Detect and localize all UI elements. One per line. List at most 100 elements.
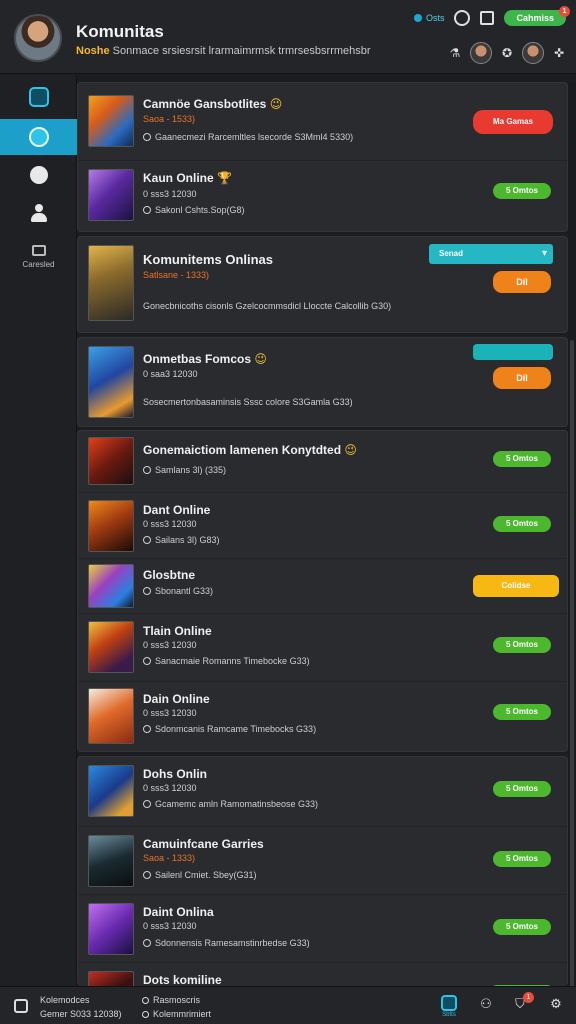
item-desc: Sosecmertonbasaminsis Sssc colore S3Gaml…	[143, 397, 353, 407]
list-item[interactable]: Glosbtne Sbonantl G33) Colidse	[78, 559, 567, 614]
item-action-button[interactable]: Dil	[493, 271, 551, 293]
list-item[interactable]: Daint Onlina 0 sss3 12030 Sdonnensis Ram…	[78, 895, 567, 963]
game-thumbnail	[88, 169, 134, 221]
item-desc: Sbonantl G33)	[143, 586, 213, 596]
game-thumbnail	[88, 500, 134, 552]
window-icon[interactable]	[14, 999, 28, 1013]
sidebar-item-home[interactable]	[0, 79, 77, 115]
puzzle-icon[interactable]: ✜	[552, 46, 566, 60]
list-item[interactable]: Kaun Online 🏆 0 sss3 12030 Sakonl Cshts.…	[78, 161, 567, 231]
people-icon[interactable]: ⚇	[478, 996, 494, 1012]
item-meta: 0 saa3 12030	[143, 369, 198, 379]
item-action-button[interactable]: 5 Omtos	[493, 451, 551, 467]
sidebar-item-community[interactable]	[0, 119, 77, 155]
friend-avatar[interactable]	[522, 42, 544, 64]
page-title: Komunitas	[76, 22, 164, 41]
bottom-nav-label: Sbtts	[442, 1012, 456, 1018]
bottom-subtitle: Gemer S033 12038)	[40, 1009, 122, 1019]
item-action-button[interactable]: Dil	[493, 367, 551, 389]
chat-bubble-icon	[143, 206, 151, 214]
item-desc: Sailenl Cmiet. Sbey(G31)	[143, 870, 257, 880]
list-item[interactable]: Dohs Onlin 0 sss3 12030 Gcamemc amln Ram…	[78, 757, 567, 827]
item-title: Camnöe Gansbotlites 😉	[143, 97, 283, 111]
bottom-link-2[interactable]: Kolemmrimiert	[142, 1009, 211, 1019]
list-item[interactable]: Komunitems Onlinas Satlsane - 1333) Gone…	[78, 237, 567, 332]
settings-icon[interactable]: ⚙	[548, 996, 564, 1012]
sidebar-item-label: Caresled	[22, 260, 55, 269]
item-action-button[interactable]: Ma Gamas	[473, 110, 553, 134]
online-status[interactable]: Osts	[413, 13, 445, 23]
list-item[interactable]: Dain Online 0 sss3 12030 Sdonmcanis Ramc…	[78, 682, 567, 751]
games-icon	[31, 245, 46, 256]
item-title: Dohs Onlin	[143, 767, 207, 781]
feed-panel: Gonemaictiom lamenen Konytdted 😉 Samlans…	[77, 430, 568, 752]
feed-panel: Komunitems Onlinas Satlsane - 1333) Gone…	[77, 236, 568, 333]
header-action-button[interactable]: Cahmiss 1	[504, 6, 570, 26]
online-status-label: Osts	[425, 13, 445, 23]
list-item[interactable]: Camuinfcane Garries Saoa - 1333) Sailenl…	[78, 827, 567, 895]
list-item[interactable]: Camnöe Gansbotlites 😉 Saoa - 1533) Gaane…	[78, 83, 567, 161]
list-item[interactable]: Gonemaictiom lamenen Konytdted 😉 Samlans…	[78, 431, 567, 493]
bottom-nav-home[interactable]: Sbtts	[441, 995, 457, 1018]
scrollbar-thumb[interactable]	[570, 340, 574, 1024]
grid-icon[interactable]	[480, 11, 495, 25]
item-meta: 0 sss3 12030	[143, 519, 197, 529]
item-title: Kaun Online 🏆	[143, 171, 232, 185]
item-desc: Sdonmcanis Ramcame Timebocks G33)	[143, 724, 316, 734]
bottom-link-1[interactable]: Rasmoscris	[142, 995, 200, 1005]
item-action-button[interactable]: 5 Omtos	[493, 704, 551, 720]
item-title: Komunitems Onlinas	[143, 252, 274, 267]
chat-bubble-icon	[143, 800, 151, 808]
item-action-button[interactable]: Colidse	[473, 575, 559, 597]
wink-emoji-icon: 😉	[344, 443, 357, 457]
header-action-label: Cahmiss	[516, 13, 554, 23]
scrollbar[interactable]	[568, 82, 576, 1024]
user-avatar[interactable]	[14, 14, 62, 62]
list-item[interactable]: Tlain Online 0 sss3 12030 Sanacmaie Roma…	[78, 614, 567, 682]
item-meta: Saoa - 1533)	[143, 114, 196, 124]
item-action-button[interactable]: 5 Omtos	[493, 637, 551, 653]
item-action-button[interactable]: 5 Omtos	[493, 851, 551, 867]
sidebar: Caresled	[0, 75, 77, 985]
item-desc: Sdonnensis Ramesamstinrbedse G33)	[143, 938, 310, 948]
list-item[interactable]: Onmetbas Fomcos 😉 0 saa3 12030 Sosecmert…	[78, 338, 567, 426]
item-title: Gonemaictiom lamenen Konytdted 😉	[143, 443, 357, 457]
list-item[interactable]: Dant Online 0 sss3 12030 Sailans 3l) G83…	[78, 493, 567, 559]
flask-icon[interactable]: ⚗	[448, 46, 462, 60]
item-action-button[interactable]: 5 Omtos	[493, 919, 551, 935]
feed-panel: Camnöe Gansbotlites 😉 Saoa - 1533) Gaane…	[77, 82, 568, 232]
header-friends: ⚗ ✪ ✜	[448, 42, 566, 64]
chat-bubble-icon	[143, 871, 151, 879]
sidebar-item-games[interactable]: Caresled	[0, 233, 77, 281]
item-meta: Satlsane - 1333)	[143, 270, 210, 280]
item-action-button[interactable]: 5 Omtos	[493, 516, 551, 532]
game-thumbnail	[88, 564, 134, 608]
item-title: Tlain Online	[143, 624, 212, 638]
item-action-button[interactable]: 5 Omtos	[493, 183, 551, 199]
dot-icon	[142, 1011, 149, 1018]
chat-bubble-icon	[143, 657, 151, 665]
wink-emoji-icon: 😉	[269, 97, 283, 111]
sidebar-item-profile[interactable]	[0, 195, 77, 231]
list-item[interactable]: Dots komiline	[78, 963, 567, 986]
game-thumbnail	[88, 437, 134, 485]
item-title: Dain Online	[143, 692, 210, 706]
bottom-title: Kolemodces	[40, 995, 90, 1005]
item-desc: Samlans 3l) (335)	[143, 465, 226, 475]
chat-icon	[29, 166, 48, 184]
chat-bubble-icon	[143, 725, 151, 733]
controller-icon[interactable]: ✪	[500, 46, 514, 60]
chat-bubble-icon	[143, 939, 151, 947]
status-select[interactable]: Senad	[429, 244, 553, 264]
item-desc: Sakonl Cshts.Sop(G8)	[143, 205, 245, 215]
item-desc: Sailans 3l) G83)	[143, 535, 220, 545]
chat-bubble-icon	[143, 133, 151, 141]
item-action-button[interactable]: 5 Omtos	[493, 781, 551, 797]
item-tag[interactable]	[473, 344, 553, 360]
sidebar-item-messages[interactable]	[0, 157, 77, 193]
shield-icon[interactable]: ⛉ 1	[512, 992, 534, 1012]
refresh-icon[interactable]	[454, 10, 471, 26]
friend-avatar[interactable]	[470, 42, 492, 64]
feed-panel: Dohs Onlin 0 sss3 12030 Gcamemc amln Ram…	[77, 756, 568, 986]
chat-bubble-icon	[143, 587, 151, 595]
